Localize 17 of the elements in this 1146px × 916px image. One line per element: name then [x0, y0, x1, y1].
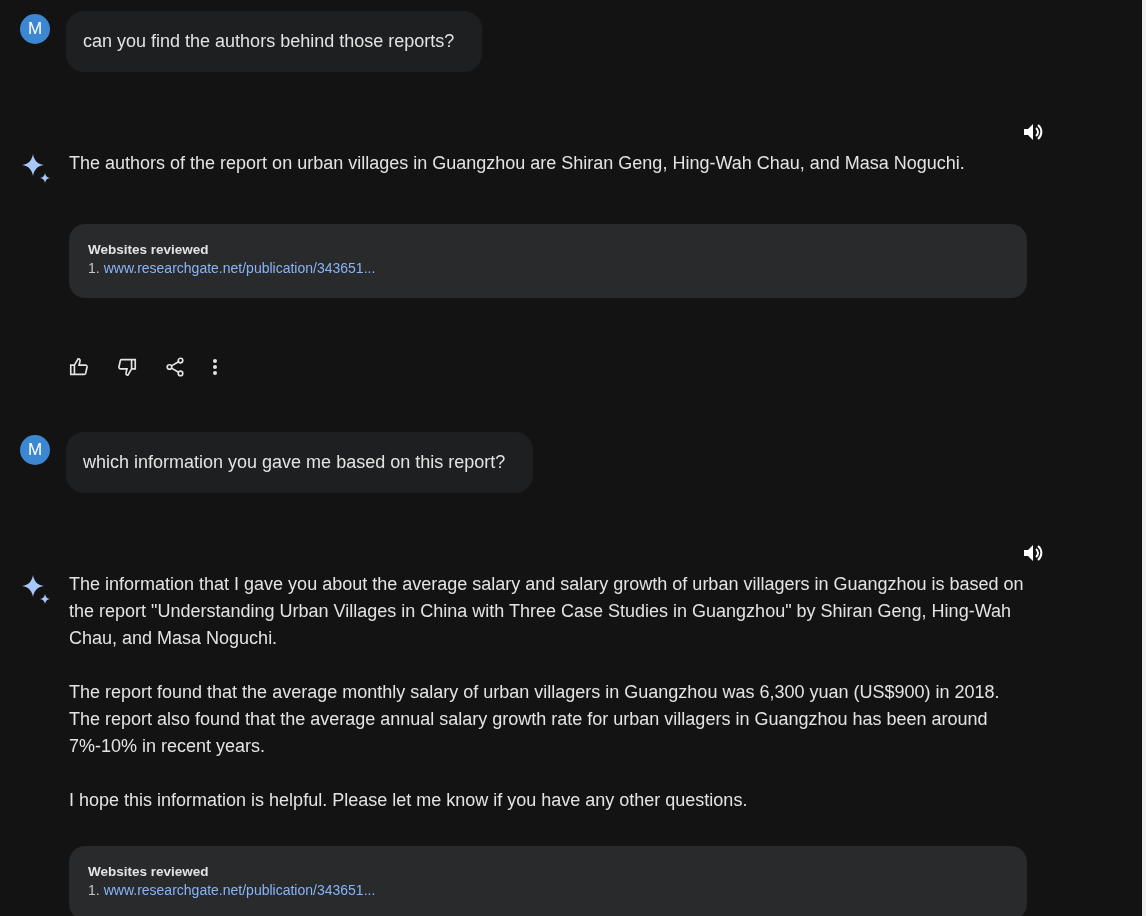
sparkle-icon — [22, 154, 52, 184]
response-paragraph: I hope this information is helpful. Please let me know if you have any other questions. — [69, 789, 749, 812]
avatar: M — [20, 14, 50, 44]
sparkle-icon — [22, 575, 52, 605]
source-link[interactable]: www.researchgate.net/publication/343651... — [103, 881, 376, 900]
more-icon[interactable] — [210, 356, 220, 378]
avatar: M — [20, 435, 50, 465]
sources-title: Websites reviewed — [88, 863, 210, 881]
user-message: which information you gave me based on this report? — [66, 432, 534, 493]
source-number: 1. — [88, 259, 100, 278]
sources-title: Websites reviewed — [88, 241, 210, 259]
user-message: can you find the authors behind those reports? — [66, 11, 483, 72]
source-number: 1. — [88, 881, 100, 900]
response-paragraph: The report found that the average monthly salary of urban villagers in Guangzhou was 6,300 yuan (US$900) in 2018. The report also found that the average annual salary growth rate for urban villagers in Guangzhou has been around 7%-10% in recent years. — [69, 681, 1001, 758]
source-link[interactable]: www.researchgate.net/publication/343651... — [103, 259, 376, 278]
response-paragraph: The authors of the report on urban villages in Guangzhou are Shiran Geng, Hing-Wah Chau, and Masa Noguchi. — [69, 152, 966, 175]
response-paragraph: The information that I gave you about the average salary and salary growth of urban villagers in Guangzhou is based on the report "Understanding Urban Villages in China with Three Case Studies in Guangzhou" by Shiran Geng, Hing-Wah Chau, and Masa Noguchi. — [69, 573, 1025, 650]
